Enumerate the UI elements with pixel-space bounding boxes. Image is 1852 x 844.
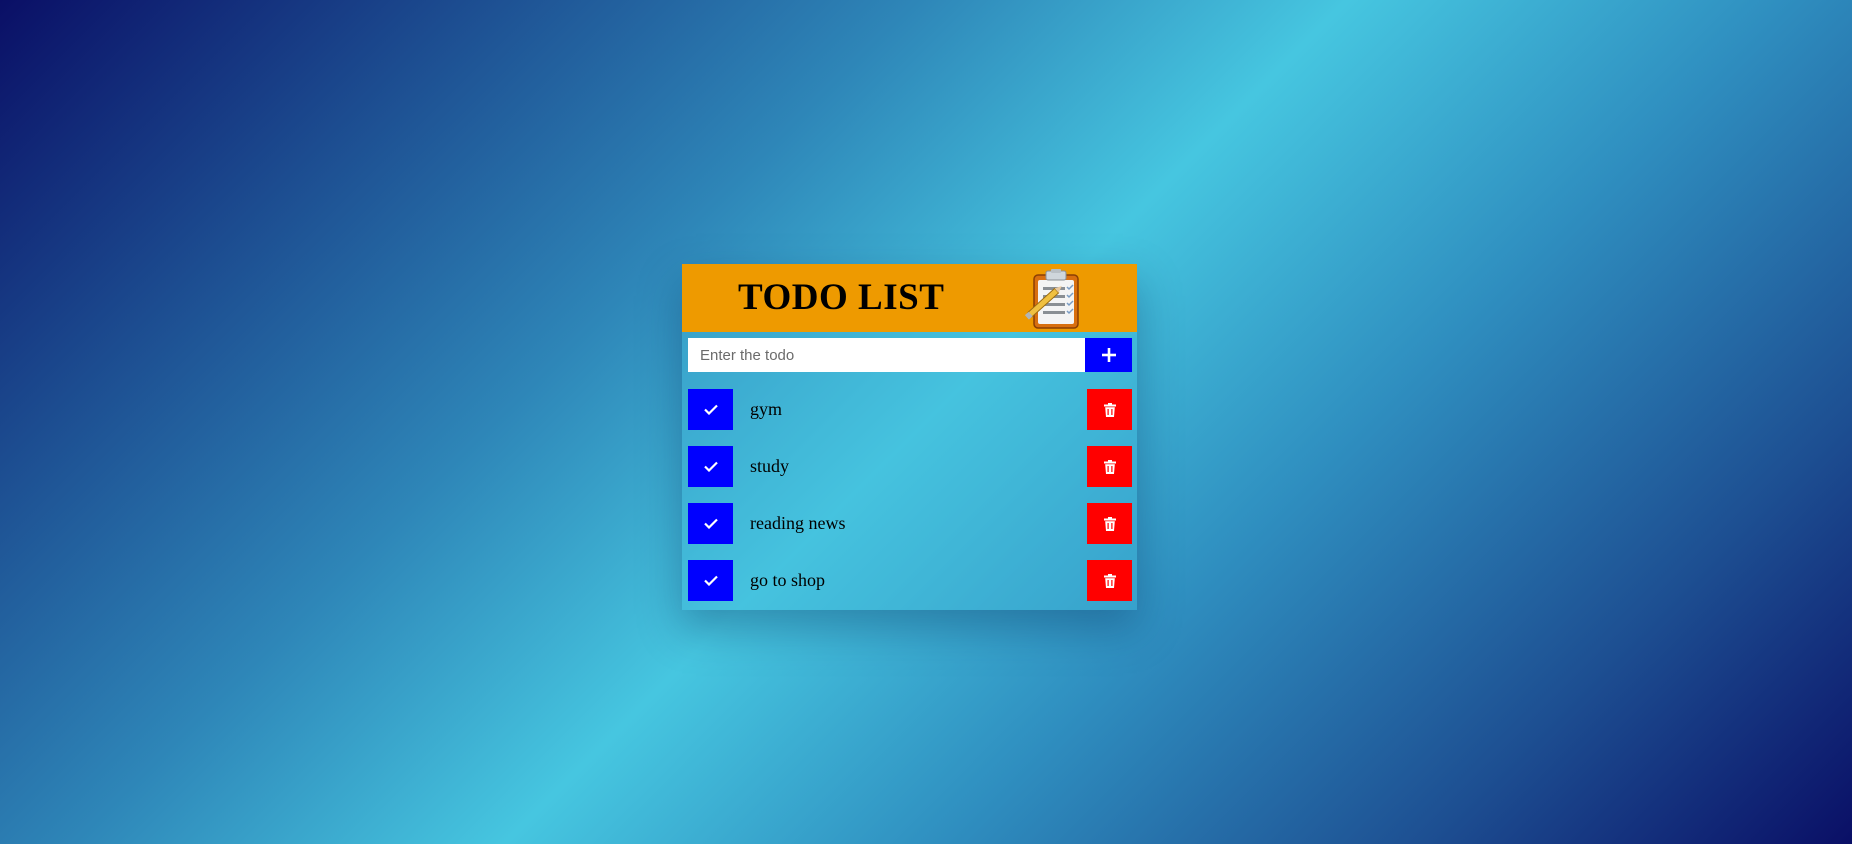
trash-icon — [1103, 402, 1116, 417]
complete-button[interactable] — [688, 503, 733, 544]
todo-item-label: gym — [750, 399, 783, 419]
todo-list: gym study reading news go to shop — [688, 389, 1132, 617]
check-icon — [703, 404, 718, 415]
delete-button[interactable] — [1087, 503, 1132, 544]
todo-item-label: reading news — [750, 513, 846, 533]
todo-input-row — [688, 338, 1132, 372]
todo-item: reading news — [688, 503, 1132, 544]
check-icon — [703, 518, 718, 529]
delete-button[interactable] — [1087, 446, 1132, 487]
page-title: TODO LIST — [738, 277, 945, 318]
check-icon — [703, 575, 718, 586]
add-todo-button[interactable] — [1085, 338, 1132, 372]
complete-button[interactable] — [688, 560, 733, 601]
todo-item: gym — [688, 389, 1132, 430]
todo-item: go to shop — [688, 560, 1132, 601]
trash-icon — [1103, 573, 1116, 588]
delete-button[interactable] — [1087, 560, 1132, 601]
todo-item-label: go to shop — [750, 570, 826, 590]
complete-button[interactable] — [688, 446, 733, 487]
todo-header: TODO LIST — [682, 264, 1137, 332]
plus-icon — [1101, 348, 1116, 362]
todo-item-label: study — [750, 456, 790, 476]
todo-card: TODO LIST Enter the todo gym study readi… — [682, 264, 1137, 610]
delete-button[interactable] — [1087, 389, 1132, 430]
check-icon — [703, 461, 718, 472]
trash-icon — [1103, 516, 1116, 531]
clipboard-icon — [1024, 269, 1079, 329]
todo-input[interactable] — [688, 338, 1085, 372]
complete-button[interactable] — [688, 389, 733, 430]
todo-item: study — [688, 446, 1132, 487]
trash-icon — [1103, 459, 1116, 474]
